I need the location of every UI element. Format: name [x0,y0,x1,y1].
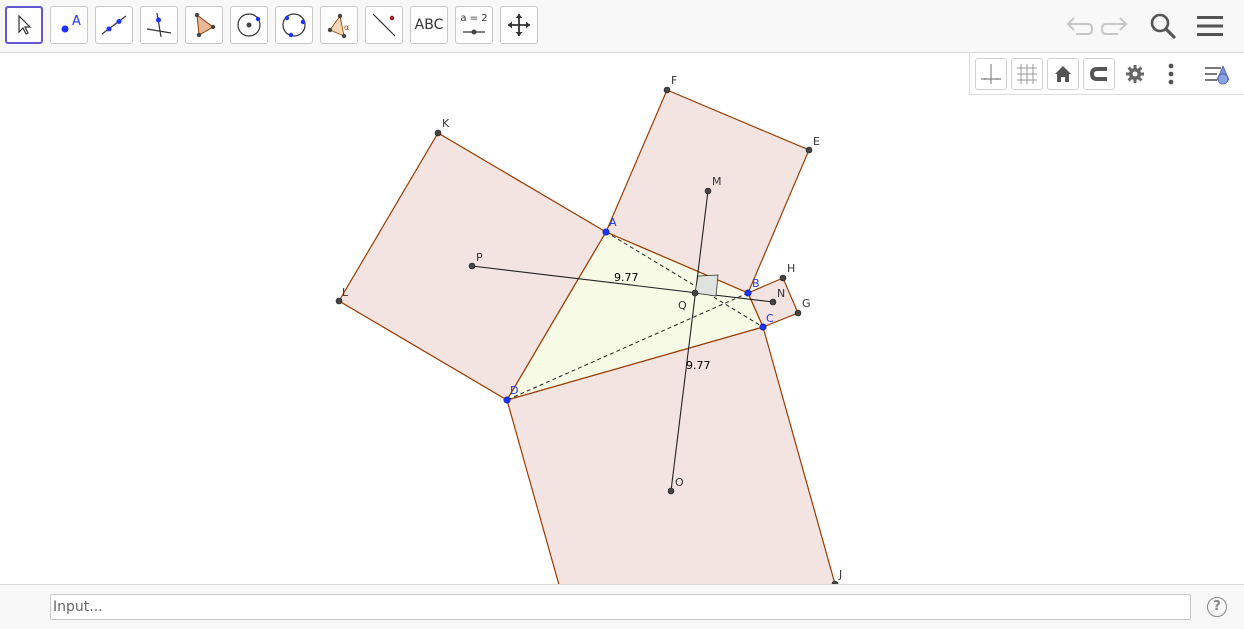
label-q: Q [678,299,687,312]
toggle-style-bar-icon [1205,64,1230,85]
graphics-settings-button[interactable] [1119,58,1151,90]
label-d: D [510,384,518,397]
point-capturing-button[interactable] [1083,58,1115,90]
search-icon [1150,13,1176,39]
point-k[interactable] [434,129,442,137]
polygon-icon [194,12,216,38]
svg-text:α: α [344,23,349,32]
point-p[interactable] [468,262,476,270]
main-menu-button[interactable] [1194,10,1226,42]
algebra-input-field[interactable]: Input... [50,594,1191,620]
point-o[interactable] [667,487,675,495]
label-e: E [813,135,820,148]
line-tool[interactable] [95,6,133,44]
perpendicular-line-tool[interactable] [140,6,178,44]
length-pq-label: 9.77 [614,271,639,284]
label-n: N [777,287,785,300]
point-q[interactable] [691,289,699,297]
angle-tool[interactable]: α [320,6,358,44]
redo-button[interactable] [1099,10,1131,42]
point-g[interactable] [794,309,802,317]
circle-center-icon [237,13,261,37]
label-h: H [787,262,795,275]
point-a[interactable] [602,228,610,236]
label-b: B [752,277,760,290]
label-g: G [802,297,811,310]
slider-tool[interactable]: a = 2 [455,6,493,44]
undo-icon [1066,17,1094,35]
help-button[interactable]: ? [1207,597,1227,617]
cursor-arrow-icon [18,14,32,35]
algebra-input-area: Input... ? [0,584,1244,629]
label-j: J [838,568,842,581]
show-axes-button[interactable] [975,58,1007,90]
label-a: A [609,216,617,229]
graphics-canvas[interactable]: A B C D E F G H J K L M N O P Q 9.77 9.7… [0,53,1244,584]
angle-icon: α [327,13,349,39]
graphics-view[interactable]: A B C D E F G H J K L M N O P Q 9.77 9.7… [0,53,1244,584]
label-c: C [766,312,774,325]
circle-three-points-tool[interactable] [275,6,313,44]
standard-view-button[interactable] [1047,58,1079,90]
redo-icon [1100,17,1128,35]
grid-icon [1017,64,1037,84]
label-o: O [675,476,684,489]
point-n[interactable] [769,298,777,306]
label-l: L [342,286,349,299]
label-f: F [671,74,677,87]
text-tool[interactable]: ABC [410,6,448,44]
magnet-icon [1090,67,1107,81]
point-icon: A [61,14,81,33]
circle-center-point-tool[interactable] [230,6,268,44]
move-arrows-icon [508,14,530,36]
polygon-tool[interactable] [185,6,223,44]
more-options-button[interactable] [1155,58,1187,90]
move-tool[interactable] [5,6,43,44]
reflect-about-line-tool[interactable] [365,6,403,44]
label-m: M [712,175,722,188]
move-graphics-view-tool[interactable] [500,6,538,44]
search-button[interactable] [1147,10,1179,42]
gear-icon [1126,65,1144,83]
perpendicular-line-icon [146,12,172,38]
slider-tool-label: a = 2 [460,13,488,24]
label-k: K [442,117,450,130]
show-grid-button[interactable] [1011,58,1043,90]
point-tool[interactable]: A [50,6,88,44]
graphics-style-bar [969,53,1244,95]
reflect-line-icon [372,13,396,37]
toolbar: A α ABC a = 2 [0,0,1244,53]
label-p: P [476,251,483,264]
point-tool-label: A [72,14,81,29]
undo-button[interactable] [1063,10,1095,42]
text-tool-label: ABC [414,17,444,33]
point-b[interactable] [744,289,752,297]
axes-icon [981,64,1001,84]
point-h[interactable] [779,274,787,282]
length-mo-label: 9.77 [686,359,711,372]
more-vertical-icon [1168,63,1174,85]
point-d[interactable] [503,396,511,404]
circle-three-points-icon [282,13,306,38]
menu-icon [1197,16,1223,36]
point-e[interactable] [805,146,813,154]
point-m[interactable] [704,187,712,195]
line-through-points-icon [101,15,127,35]
point-f[interactable] [663,86,671,94]
right-angle-marker [694,274,719,297]
toggle-style-bar-button[interactable] [1202,58,1234,90]
home-icon [1055,66,1071,82]
